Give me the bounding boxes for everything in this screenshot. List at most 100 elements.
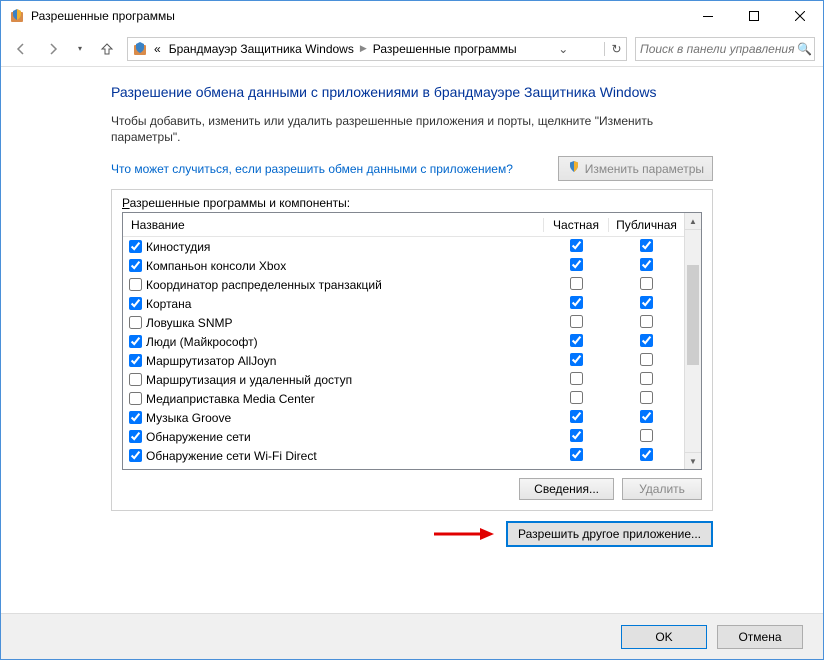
change-settings-label: Изменить параметры [585,162,704,176]
row-name: Маршрутизатор AllJoyn [146,354,276,368]
public-checkbox[interactable] [640,448,653,461]
private-checkbox[interactable] [570,258,583,271]
public-checkbox[interactable] [640,277,653,290]
private-checkbox[interactable] [570,429,583,442]
search-input[interactable] [640,42,797,56]
row-checkbox[interactable] [129,430,142,443]
private-checkbox[interactable] [570,372,583,385]
private-checkbox[interactable] [570,391,583,404]
scroll-thumb[interactable] [687,265,699,365]
cancel-button[interactable]: Отмена [717,625,803,649]
private-checkbox[interactable] [570,239,583,252]
minimize-button[interactable] [685,1,731,31]
public-checkbox[interactable] [640,429,653,442]
row-name: Компаньон консоли Xbox [146,259,286,273]
column-name[interactable]: Название [123,218,544,232]
row-checkbox[interactable] [129,259,142,272]
row-name: Кортана [146,297,191,311]
row-checkbox[interactable] [129,335,142,348]
public-checkbox[interactable] [640,410,653,423]
list-header: Название Частная Публичная [123,213,684,237]
titlebar: Разрешенные программы [1,1,823,31]
scroll-up-button[interactable]: ▲ [685,213,701,230]
public-checkbox[interactable] [640,391,653,404]
private-checkbox[interactable] [570,315,583,328]
table-row[interactable]: Обнаружение сети [123,427,684,446]
table-row[interactable]: Маршрутизатор AllJoyn [123,351,684,370]
table-row[interactable]: Киностудия [123,237,684,256]
chevron-right-icon: ▶ [360,43,367,54]
app-icon [9,8,25,24]
breadcrumb-item-2[interactable]: Разрешенные программы [371,42,519,56]
row-name: Киностудия [146,240,210,254]
back-button[interactable] [9,37,33,61]
toolbar: ▾ « Брандмауэр Защитника Windows ▶ Разре… [1,31,823,67]
private-checkbox[interactable] [570,277,583,290]
breadcrumb-item-1[interactable]: Брандмауэр Защитника Windows [167,42,356,56]
row-checkbox[interactable] [129,449,142,462]
public-checkbox[interactable] [640,258,653,271]
table-row[interactable]: Кортана [123,294,684,313]
ok-button[interactable]: OK [621,625,707,649]
column-public[interactable]: Публичная [609,218,684,232]
change-settings-button[interactable]: Изменить параметры [558,156,713,181]
row-checkbox[interactable] [129,316,142,329]
table-row[interactable]: Маршрутизация и удаленный доступ [123,370,684,389]
scroll-down-button[interactable]: ▼ [685,452,701,469]
allowed-apps-group: Разрешенные программы и компоненты: Назв… [111,189,713,511]
page-description: Чтобы добавить, изменить или удалить раз… [111,113,713,147]
history-dropdown[interactable]: ▾ [73,37,87,61]
content: Разрешение обмена данными с приложениями… [1,67,823,557]
row-name: Музыка Groove [146,411,231,425]
private-checkbox[interactable] [570,353,583,366]
private-checkbox[interactable] [570,296,583,309]
address-bar[interactable]: « Брандмауэр Защитника Windows ▶ Разреше… [127,37,627,61]
address-icon [132,41,148,57]
table-row[interactable]: Люди (Майкрософт) [123,332,684,351]
search-icon[interactable]: 🔍 [797,42,812,56]
table-row[interactable]: Медиаприставка Media Center [123,389,684,408]
private-checkbox[interactable] [570,334,583,347]
row-checkbox[interactable] [129,297,142,310]
help-link[interactable]: Что может случиться, если разрешить обме… [111,162,558,176]
apps-list: Название Частная Публичная Киностудия Ком… [122,212,702,470]
row-checkbox[interactable] [129,392,142,405]
scrollbar[interactable]: ▲ ▼ [684,213,701,469]
public-checkbox[interactable] [640,315,653,328]
row-checkbox[interactable] [129,411,142,424]
table-row[interactable]: Координатор распределенных транзакций [123,275,684,294]
addr-dropdown-icon[interactable]: ⌄ [551,42,571,56]
page-title: Разрешение обмена данными с приложениями… [111,83,713,103]
private-checkbox[interactable] [570,448,583,461]
maximize-button[interactable] [731,1,777,31]
table-row[interactable]: Компаньон консоли Xbox [123,256,684,275]
refresh-icon[interactable]: ↻ [604,42,624,56]
close-button[interactable] [777,1,823,31]
row-checkbox[interactable] [129,373,142,386]
allow-another-app-button[interactable]: Разрешить другое приложение... [506,521,713,547]
dialog-footer: OK Отмена [1,613,823,659]
public-checkbox[interactable] [640,372,653,385]
public-checkbox[interactable] [640,296,653,309]
row-checkbox[interactable] [129,240,142,253]
scroll-track[interactable] [685,230,701,452]
private-checkbox[interactable] [570,410,583,423]
table-row[interactable]: Ловушка SNMP [123,313,684,332]
table-row[interactable]: Музыка Groove [123,408,684,427]
table-row[interactable]: Обнаружение сети Wi-Fi Direct [123,446,684,465]
forward-button[interactable] [41,37,65,61]
row-checkbox[interactable] [129,278,142,291]
column-private[interactable]: Частная [544,218,609,232]
remove-button[interactable]: Удалить [622,478,702,500]
up-button[interactable] [95,37,119,61]
search-box[interactable]: 🔍 [635,37,815,61]
row-name: Медиаприставка Media Center [146,392,315,406]
details-button[interactable]: Сведения... [519,478,614,500]
row-checkbox[interactable] [129,354,142,367]
row-name: Обнаружение сети [146,430,251,444]
breadcrumb-prefix: « [152,42,163,56]
row-name: Координатор распределенных транзакций [146,278,382,292]
public-checkbox[interactable] [640,353,653,366]
public-checkbox[interactable] [640,334,653,347]
public-checkbox[interactable] [640,239,653,252]
